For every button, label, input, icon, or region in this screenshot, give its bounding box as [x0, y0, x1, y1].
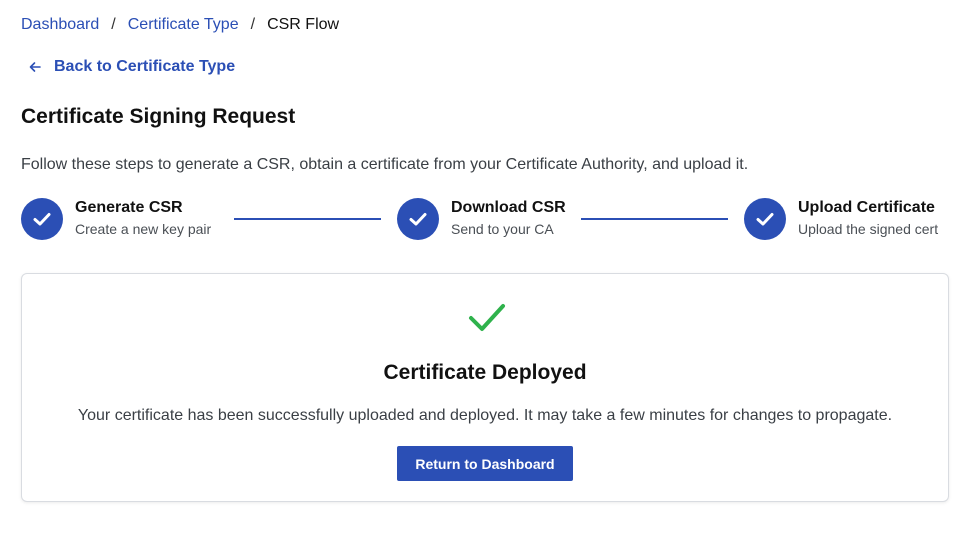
- check-icon: [756, 213, 774, 226]
- back-link-label: Back to Certificate Type: [54, 58, 236, 75]
- step-subtitle: Send to your CA: [451, 221, 554, 237]
- step-title: Upload Certificate: [798, 199, 935, 216]
- step-connector: [234, 218, 381, 220]
- step-generate-csr: Generate CSR Create a new key pair: [21, 198, 211, 240]
- breadcrumb-certificate-type-link[interactable]: Certificate Type: [128, 15, 239, 35]
- step-download-csr: Download CSR Send to your CA: [397, 198, 566, 240]
- back-to-certificate-type-link[interactable]: Back to Certificate Type: [27, 58, 235, 76]
- result-card: Certificate Deployed Your certificate ha…: [21, 273, 949, 502]
- step-title: Download CSR: [451, 199, 566, 216]
- step-subtitle: Upload the signed cert: [798, 221, 939, 237]
- arrow-left-icon: [27, 59, 43, 75]
- return-to-dashboard-button[interactable]: Return to Dashboard: [397, 446, 573, 481]
- progress-stepper: Generate CSR Create a new key pair Downl…: [21, 198, 951, 244]
- step-complete-badge: [21, 198, 63, 240]
- result-title: Certificate Deployed: [383, 361, 587, 384]
- check-icon: [409, 213, 427, 226]
- page-title: Certificate Signing Request: [21, 105, 296, 128]
- step-complete-badge: [744, 198, 786, 240]
- breadcrumb-current: CSR Flow: [267, 16, 340, 33]
- step-complete-badge: [397, 198, 439, 240]
- page-intro: Follow these steps to generate a CSR, ob…: [21, 156, 749, 173]
- checkmark-icon: [469, 304, 505, 331]
- step-connector: [581, 218, 728, 220]
- breadcrumb-dashboard-link[interactable]: Dashboard: [21, 15, 99, 35]
- step-subtitle: Create a new key pair: [75, 221, 212, 237]
- check-icon: [33, 213, 51, 226]
- result-message: Your certificate has been successfully u…: [77, 407, 893, 424]
- step-upload-certificate: Upload Certificate Upload the signed cer…: [744, 198, 938, 240]
- breadcrumb-separator: /: [250, 16, 256, 33]
- breadcrumb-separator: /: [111, 16, 116, 33]
- breadcrumb: Dashboard / Certificate Type / CSR Flow: [21, 15, 339, 35]
- step-title: Generate CSR: [75, 199, 183, 216]
- csr-flow-page: Dashboard / Certificate Type / CSR Flow …: [0, 0, 978, 540]
